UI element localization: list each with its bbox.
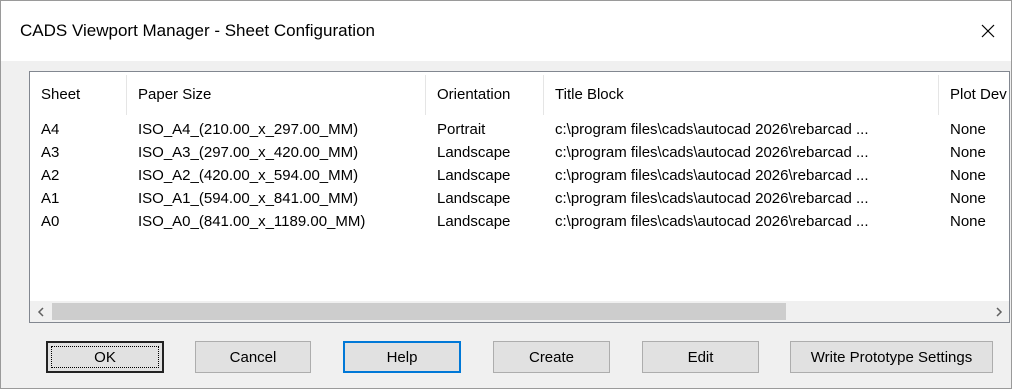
cell-plot-device: None bbox=[950, 213, 986, 230]
list-header: Sheet Paper Size Orientation Title Block… bbox=[30, 72, 1009, 118]
table-row[interactable]: A4 ISO_A4_(210.00_x_297.00_MM) Portrait … bbox=[30, 118, 1009, 141]
close-button[interactable] bbox=[965, 13, 1011, 49]
cancel-button-label: Cancel bbox=[229, 348, 277, 366]
cell-title-block: c:\program files\cads\autocad 2026\rebar… bbox=[555, 121, 869, 138]
cell-orientation: Landscape bbox=[437, 167, 511, 184]
cancel-button[interactable]: Cancel bbox=[195, 341, 311, 373]
table-row[interactable]: A2 ISO_A2_(420.00_x_594.00_MM) Landscape… bbox=[30, 164, 1009, 187]
help-button[interactable]: Help bbox=[343, 341, 461, 373]
list-rows: A4 ISO_A4_(210.00_x_297.00_MM) Portrait … bbox=[30, 118, 1009, 233]
edit-button-label: Edit bbox=[687, 348, 714, 366]
cell-title-block: c:\program files\cads\autocad 2026\rebar… bbox=[555, 190, 869, 207]
column-header-title-block[interactable]: Title Block bbox=[544, 72, 938, 118]
ok-button[interactable]: OK bbox=[46, 341, 164, 373]
cell-plot-device: None bbox=[950, 190, 986, 207]
dialog-title: CADS Viewport Manager - Sheet Configurat… bbox=[20, 21, 375, 40]
column-header-sheet[interactable]: Sheet bbox=[30, 72, 126, 118]
sheet-list-view[interactable]: Sheet Paper Size Orientation Title Block… bbox=[29, 71, 1010, 323]
cell-orientation: Landscape bbox=[437, 190, 511, 207]
chevron-right-icon bbox=[995, 306, 1002, 317]
cell-sheet: A2 bbox=[41, 167, 60, 184]
title-bar: CADS Viewport Manager - Sheet Configurat… bbox=[1, 1, 1011, 61]
write-prototype-settings-label: Write Prototype Settings bbox=[810, 348, 973, 366]
cell-orientation: Landscape bbox=[437, 213, 511, 230]
cell-title-block: c:\program files\cads\autocad 2026\rebar… bbox=[555, 144, 869, 161]
cell-paper-size: ISO_A3_(297.00_x_420.00_MM) bbox=[138, 144, 359, 161]
write-prototype-settings-button[interactable]: Write Prototype Settings bbox=[790, 341, 993, 373]
chevron-left-icon bbox=[37, 306, 44, 317]
ok-button-label: OK bbox=[94, 348, 116, 366]
create-button[interactable]: Create bbox=[493, 341, 610, 373]
table-row[interactable]: A3 ISO_A3_(297.00_x_420.00_MM) Landscape… bbox=[30, 141, 1009, 164]
horizontal-scrollbar[interactable] bbox=[30, 301, 1009, 322]
cell-plot-device: None bbox=[950, 144, 986, 161]
cell-sheet: A1 bbox=[41, 190, 60, 207]
cell-plot-device: None bbox=[950, 167, 986, 184]
cell-sheet: A3 bbox=[41, 144, 60, 161]
create-button-label: Create bbox=[528, 348, 575, 366]
close-icon bbox=[981, 24, 995, 38]
dialog-window: CADS Viewport Manager - Sheet Configurat… bbox=[0, 0, 1012, 389]
cell-paper-size: ISO_A2_(420.00_x_594.00_MM) bbox=[138, 167, 359, 184]
help-button-label: Help bbox=[386, 348, 418, 366]
column-header-plot-device[interactable]: Plot Dev bbox=[939, 72, 1009, 118]
scrollbar-thumb[interactable] bbox=[52, 303, 786, 320]
cell-paper-size: ISO_A1_(594.00_x_841.00_MM) bbox=[138, 190, 359, 207]
table-row[interactable]: A1 ISO_A1_(594.00_x_841.00_MM) Landscape… bbox=[30, 187, 1009, 210]
cell-orientation: Portrait bbox=[437, 121, 486, 138]
cell-orientation: Landscape bbox=[437, 144, 511, 161]
cell-sheet: A4 bbox=[41, 121, 60, 138]
cell-sheet: A0 bbox=[41, 213, 60, 230]
cell-paper-size: ISO_A4_(210.00_x_297.00_MM) bbox=[138, 121, 359, 138]
scroll-left-button[interactable] bbox=[30, 301, 51, 322]
cell-plot-device: None bbox=[950, 121, 986, 138]
cell-title-block: c:\program files\cads\autocad 2026\rebar… bbox=[555, 167, 869, 184]
cell-paper-size: ISO_A0_(841.00_x_1189.00_MM) bbox=[138, 213, 366, 230]
column-header-orientation[interactable]: Orientation bbox=[426, 72, 543, 118]
column-header-paper-size[interactable]: Paper Size bbox=[127, 72, 425, 118]
table-row[interactable]: A0 ISO_A0_(841.00_x_1189.00_MM) Landscap… bbox=[30, 210, 1009, 233]
cell-title-block: c:\program files\cads\autocad 2026\rebar… bbox=[555, 213, 869, 230]
scroll-right-button[interactable] bbox=[988, 301, 1009, 322]
edit-button[interactable]: Edit bbox=[642, 341, 759, 373]
